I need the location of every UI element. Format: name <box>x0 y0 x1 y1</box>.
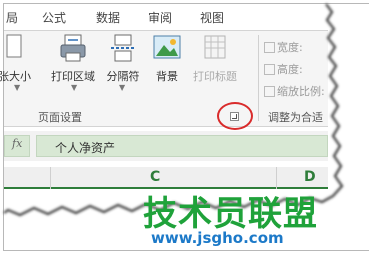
height-icon <box>264 64 275 75</box>
scale-setting[interactable]: 缩放比例: <box>264 83 325 99</box>
print-titles-label: 打印标题 <box>193 70 237 83</box>
formula-bar: fx 个人净资产 <box>4 131 328 161</box>
background-image-icon <box>153 35 181 59</box>
ribbon-tab-bar: 局 公式 数据 审阅 视图 <box>4 4 328 30</box>
tab-formulas[interactable]: 公式 <box>42 9 66 26</box>
width-label: 宽度: <box>277 41 303 54</box>
ribbon-page-setup: 纸张大小 打印区域 分隔符 背景 <box>0 30 328 127</box>
width-setting[interactable]: 宽度: <box>264 39 303 55</box>
group-divider <box>258 35 259 121</box>
column-header-c[interactable]: C <box>150 169 160 185</box>
scale-to-fit-group-label: 调整为合适 <box>268 111 323 124</box>
tab-view[interactable]: 视图 <box>200 9 224 26</box>
breaks-button[interactable]: 分隔符 <box>100 33 146 84</box>
height-label: 高度: <box>277 63 303 76</box>
tab-data[interactable]: 数据 <box>96 9 120 26</box>
breaks-label: 分隔符 <box>106 70 140 83</box>
tab-review[interactable]: 审阅 <box>148 9 172 26</box>
print-titles-button[interactable]: 打印标题 <box>192 33 238 84</box>
watermark-url: www.jsgho.com <box>151 229 284 247</box>
page-setup-group-label: 页面设置 <box>38 111 82 124</box>
scale-label: 缩放比例: <box>277 85 325 98</box>
print-area-icon <box>60 34 86 62</box>
width-icon <box>264 42 275 53</box>
page-break-icon <box>111 34 135 62</box>
fx-icon[interactable]: fx <box>12 137 22 150</box>
size-dropdown-arrow-icon[interactable]: ▼ <box>14 83 20 92</box>
size-button[interactable]: 纸张大小 <box>0 33 32 84</box>
size-label: 纸张大小 <box>0 70 31 83</box>
highlight-circle <box>217 102 253 130</box>
print-area-button[interactable]: 打印区域 <box>50 33 96 84</box>
print-area-dropdown-arrow-icon[interactable]: ▼ <box>71 83 77 92</box>
column-divider <box>50 167 51 189</box>
print-area-label: 打印区域 <box>51 70 95 83</box>
formula-content: 个人净资产 <box>55 141 116 155</box>
breaks-dropdown-arrow-icon[interactable]: ▼ <box>119 83 125 92</box>
scale-icon <box>264 86 275 97</box>
watermark-logo-text: 技术员联盟 <box>143 194 318 234</box>
column-header-d[interactable]: D <box>304 169 316 185</box>
formula-input[interactable]: 个人净资产 <box>36 135 328 157</box>
print-titles-icon <box>204 35 226 59</box>
height-setting[interactable]: 高度: <box>264 61 303 77</box>
paper-size-icon <box>6 34 22 58</box>
tab-page-layout[interactable]: 局 <box>6 9 18 26</box>
background-label: 背景 <box>156 70 178 83</box>
background-button[interactable]: 背景 <box>144 33 190 84</box>
